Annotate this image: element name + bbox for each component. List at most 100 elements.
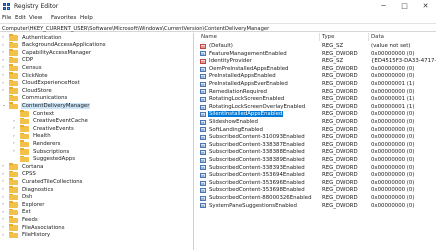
value-name[interactable]: RotatingLockScreenOverlayEnabled	[208, 104, 306, 110]
values-pane[interactable]: Name Type Data ab (Default) REG_SZ (value n…	[196, 33, 436, 250]
menu-favorites[interactable]: Favorites	[51, 15, 76, 21]
tree-key-label[interactable]: Diagnostics	[21, 187, 54, 193]
tree-key-label[interactable]: ClickNote	[21, 73, 49, 79]
value-row[interactable]: ab (Default) REG_SZ (value not set)	[196, 43, 436, 51]
tree-key-label[interactable]: Cortana	[21, 164, 44, 170]
value-name[interactable]: SystemPaneSuggestionsEnabled	[208, 203, 298, 209]
tree-key-label[interactable]: Context	[32, 111, 55, 117]
tree-key-label[interactable]: FileAssociations	[21, 225, 66, 231]
tree-key-label[interactable]: Subscriptions	[32, 149, 70, 155]
address-bar[interactable]: Computer\HKEY_CURRENT_USER\Software\Micr…	[0, 23, 436, 32]
tree-key-label[interactable]: CreativeEventCache	[32, 118, 89, 124]
value-name[interactable]: SubscribedContent-338387Enabled	[208, 142, 306, 148]
tree-key-label[interactable]: Health	[32, 133, 52, 139]
maximize-button[interactable]: □	[394, 0, 415, 14]
tree-key-label[interactable]: Authentication	[21, 35, 63, 41]
value-row[interactable]: 011RemediationRequired REG_DWORD 0x0000000…	[196, 88, 436, 96]
value-row[interactable]: 011RotatingLockScreenEnabled REG_DWORD 0x0…	[196, 96, 436, 104]
tree-key-label[interactable]: FileHistory	[21, 232, 51, 238]
chevron-right-icon[interactable]: ›	[2, 34, 8, 41]
value-name[interactable]: SubscribedContent-353694Enabled	[208, 172, 306, 178]
chevron-right-icon[interactable]: ›	[2, 87, 8, 94]
chevron-right-icon[interactable]: ›	[2, 72, 8, 79]
chevron-down-icon[interactable]: ⌄	[2, 102, 8, 109]
tree-key-label[interactable]: CloudStore	[21, 88, 53, 94]
value-name[interactable]: SubscribedContent-310093Enabled	[208, 134, 306, 140]
chevron-right-icon[interactable]: ›	[2, 186, 8, 193]
value-row[interactable]: 011SubscribedContent-310093Enabled REG_DW…	[196, 134, 436, 142]
value-row[interactable]: 011SubscribedContent-88000326Enabled REG_…	[196, 195, 436, 203]
chevron-right-icon[interactable]: ›	[2, 57, 8, 64]
chevron-right-icon[interactable]: ›	[2, 80, 8, 87]
value-name[interactable]: SubscribedContent-88000326Enabled	[208, 195, 313, 201]
column-separator[interactable]	[368, 33, 369, 41]
chevron-right-icon[interactable]: ›	[2, 42, 8, 49]
chevron-right-icon[interactable]: ›	[13, 133, 19, 140]
tree-key-label[interactable]: Census	[21, 65, 43, 71]
value-name[interactable]: RemediationRequired	[208, 89, 268, 95]
tree-key-label[interactable]: CapabilityAccessManager	[21, 50, 92, 56]
menu-edit[interactable]: Edit	[15, 15, 26, 21]
value-row[interactable]: 011SubscribedContent-338389Enabled REG_DW…	[196, 157, 436, 165]
value-row[interactable]: ab IdentityProvider REG_SZ {ED4515F3-DA33-4…	[196, 58, 436, 66]
value-row[interactable]: 011SubscribedContent-338387Enabled REG_DW…	[196, 141, 436, 149]
tree-key-label[interactable]: SuggestedApps	[32, 156, 76, 162]
menu-view[interactable]: View	[29, 15, 42, 21]
chevron-right-icon[interactable]: ›	[2, 163, 8, 170]
value-row[interactable]: 011PreInstalledAppsEnabled REG_DWORD 0x000…	[196, 73, 436, 81]
chevron-right-icon[interactable]: ›	[2, 232, 8, 239]
value-name[interactable]: SoftLandingEnabled	[208, 127, 264, 133]
value-name[interactable]: IdentityProvider	[208, 58, 253, 64]
tree-key-label[interactable]: Explorer	[21, 202, 45, 208]
value-row[interactable]: 011SubscribedContent-353696Enabled REG_DW…	[196, 179, 436, 187]
chevron-right-icon[interactable]: ›	[2, 171, 8, 178]
tree-key-label[interactable]: CloudExperienceHost	[21, 80, 81, 86]
value-name[interactable]: FeatureManagementEnabled	[208, 51, 288, 57]
menu-help[interactable]: Help	[80, 15, 93, 21]
value-row[interactable]: 011OemPreInstalledAppsEnabled REG_DWORD 0x…	[196, 65, 436, 73]
menu-file[interactable]: File	[2, 15, 11, 21]
value-name[interactable]: SubscribedContent-338388Enabled	[208, 149, 306, 155]
value-row[interactable]: 011SlideshowEnabled REG_DWORD 0x00000000 (…	[196, 119, 436, 127]
tree-key-label[interactable]: CuratedTileCollections	[21, 179, 83, 185]
chevron-right-icon[interactable]: ›	[2, 49, 8, 56]
value-row[interactable]: 011SubscribedContent-353694Enabled REG_DW…	[196, 172, 436, 180]
value-name[interactable]: PreInstalledAppsEverEnabled	[208, 81, 289, 87]
tree-key-label[interactable]: Dsh	[21, 194, 33, 200]
tree-key-label[interactable]: CreativeEvents	[32, 126, 75, 132]
tree-key-label[interactable]: BackgroundAccessApplications	[21, 42, 107, 48]
tree-key-label[interactable]: CDP	[21, 57, 34, 63]
tree-key-label[interactable]: Renderers	[32, 141, 61, 147]
value-row[interactable]: 011SystemPaneSuggestionsEnabled REG_DWORD…	[196, 202, 436, 210]
column-separator[interactable]	[319, 33, 320, 41]
value-row[interactable]: 011SubscribedContent-338388Enabled REG_DW…	[196, 149, 436, 157]
address-path[interactable]: Computer\HKEY_CURRENT_USER\Software\Micr…	[2, 26, 269, 32]
value-name[interactable]: SubscribedContent-353698Enabled	[208, 187, 306, 193]
value-name[interactable]: SubscribedContent-353696Enabled	[208, 180, 306, 186]
tree-key-label[interactable]: CPSS	[21, 171, 37, 177]
chevron-right-icon[interactable]: ›	[2, 201, 8, 208]
tree-key-label[interactable]: Ext	[21, 209, 32, 215]
value-name[interactable]: RotatingLockScreenEnabled	[208, 96, 285, 102]
minimize-button[interactable]: ─	[373, 0, 394, 14]
value-row[interactable]: 011SoftLandingEnabled REG_DWORD 0x00000000…	[196, 126, 436, 134]
chevron-right-icon[interactable]: ›	[13, 140, 19, 147]
value-row[interactable]: 011FeatureManagementEnabled REG_DWORD 0x00…	[196, 50, 436, 58]
tree-key-label[interactable]: Communications	[21, 95, 68, 101]
chevron-right-icon[interactable]: ›	[2, 194, 8, 201]
column-header-name[interactable]: Name	[201, 34, 217, 40]
value-row[interactable]: 011PreInstalledAppsEverEnabled REG_DWORD 0…	[196, 81, 436, 89]
chevron-right-icon[interactable]: ›	[13, 125, 19, 132]
value-name[interactable]: SlideshowEnabled	[208, 119, 259, 125]
value-row[interactable]: 011SilentInstalledAppsEnabled REG_DWORD 0x…	[196, 111, 436, 119]
tree-key-label[interactable]: ContentDeliveryManager	[21, 102, 91, 109]
column-header-data[interactable]: Data	[371, 34, 384, 40]
chevron-right-icon[interactable]: ›	[13, 148, 19, 155]
chevron-right-icon[interactable]: ›	[2, 224, 8, 231]
value-name[interactable]: PreInstalledAppsEnabled	[208, 73, 277, 79]
value-row[interactable]: 011SubscribedContent-338393Enabled REG_DW…	[196, 164, 436, 172]
chevron-right-icon[interactable]: ›	[2, 209, 8, 216]
value-row[interactable]: 011RotatingLockScreenOverlayEnabled REG_D…	[196, 103, 436, 111]
value-row[interactable]: 011SubscribedContent-353698Enabled REG_DW…	[196, 187, 436, 195]
chevron-right-icon[interactable]: ›	[13, 118, 19, 125]
